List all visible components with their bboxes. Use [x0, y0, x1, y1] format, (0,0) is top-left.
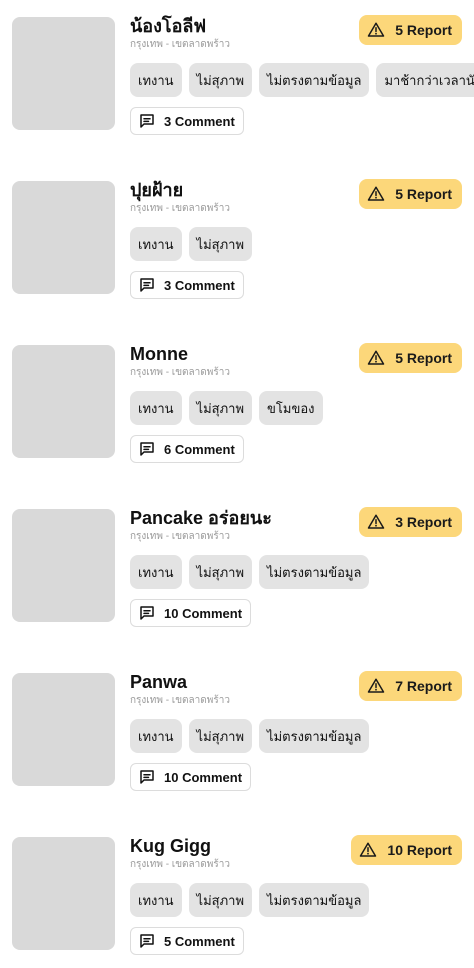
- user-name: Monne: [130, 344, 188, 364]
- comment-count-label: 3 Comment: [164, 277, 235, 293]
- user-card[interactable]: Kug Gigg กรุงเทพ - เขตลาดพร้าว 10 Report…: [0, 835, 474, 965]
- report-tag: เทงาน: [130, 883, 182, 917]
- report-count-label: 7 Report: [395, 678, 452, 694]
- user-location: กรุงเทพ - เขตลาดพร้าว: [130, 39, 230, 50]
- comment-button[interactable]: 5 Comment: [130, 927, 244, 955]
- user-photo[interactable]: [12, 837, 115, 950]
- report-count-label: 5 Report: [395, 22, 452, 38]
- user-name: Kug Gigg: [130, 836, 211, 856]
- report-tag: ไม่สุภาพ: [188, 227, 253, 261]
- report-badge[interactable]: 5 Report: [359, 343, 462, 373]
- report-count-label: 3 Report: [395, 514, 452, 530]
- comment-button[interactable]: 3 Comment: [130, 107, 244, 135]
- report-badge[interactable]: 10 Report: [351, 835, 462, 865]
- report-badge[interactable]: 3 Report: [359, 507, 462, 537]
- user-card[interactable]: น้องโอลีฟ กรุงเทพ - เขตลาดพร้าว 5 Report…: [0, 15, 474, 145]
- report-tags: เทงาน ไม่สุภาพ ขโมของ: [130, 391, 323, 425]
- user-card[interactable]: ปุยฝ้าย กรุงเทพ - เขตลาดพร้าว 5 Report เ…: [0, 179, 474, 309]
- report-tags: เทงาน ไม่สุภาพ ไม่ตรงตามข้อมูล: [130, 555, 370, 589]
- user-location: กรุงเทพ - เขตลาดพร้าว: [130, 531, 230, 542]
- user-location: กรุงเทพ - เขตลาดพร้าว: [130, 203, 230, 214]
- user-location: กรุงเทพ - เขตลาดพร้าว: [130, 367, 230, 378]
- user-photo[interactable]: [12, 673, 115, 786]
- report-tag: เทงาน: [130, 227, 182, 261]
- user-card[interactable]: Panwa กรุงเทพ - เขตลาดพร้าว 7 Report เทง…: [0, 671, 474, 801]
- report-tag: ไม่สุภาพ: [188, 391, 253, 425]
- report-tag: ไม่ตรงตามข้อมูล: [259, 883, 370, 917]
- comment-icon: [140, 606, 154, 620]
- user-name: น้องโอลีฟ: [130, 16, 207, 36]
- comment-icon: [140, 770, 154, 784]
- comment-button[interactable]: 10 Comment: [130, 763, 252, 791]
- report-count-label: 10 Report: [387, 842, 452, 858]
- report-tag: เทงาน: [130, 555, 182, 589]
- user-card[interactable]: Monne กรุงเทพ - เขตลาดพร้าว 5 Report เทง…: [0, 343, 474, 473]
- report-tag: ไม่ตรงตามข้อมูล: [259, 719, 370, 753]
- report-tags: เทงาน ไม่สุภาพ: [130, 227, 253, 261]
- report-tag: เทงาน: [130, 63, 182, 97]
- report-badge[interactable]: 5 Report: [359, 15, 462, 45]
- report-tag: ไม่สุภาพ: [188, 719, 253, 753]
- report-tag: เทงาน: [130, 719, 182, 753]
- warning-triangle-icon: [367, 678, 385, 693]
- comment-icon: [140, 114, 154, 128]
- comment-count-label: 10 Comment: [164, 605, 243, 621]
- user-photo[interactable]: [12, 181, 115, 294]
- report-tag: ไม่สุภาพ: [188, 555, 253, 589]
- report-count-label: 5 Report: [395, 186, 452, 202]
- comment-count-label: 3 Comment: [164, 113, 235, 129]
- user-name: ปุยฝ้าย: [130, 180, 184, 200]
- user-location: กรุงเทพ - เขตลาดพร้าว: [130, 695, 230, 706]
- report-tag: มาช้ากว่าเวลานัด: [376, 63, 474, 97]
- user-card[interactable]: Pancake อร่อยนะ กรุงเทพ - เขตลาดพร้าว 3 …: [0, 507, 474, 637]
- user-name: Pancake อร่อยนะ: [130, 508, 272, 528]
- warning-triangle-icon: [367, 186, 385, 201]
- warning-triangle-icon: [367, 22, 385, 37]
- report-tag: ไม่สุภาพ: [188, 883, 253, 917]
- warning-triangle-icon: [360, 842, 377, 857]
- report-badge[interactable]: 7 Report: [359, 671, 462, 701]
- warning-triangle-icon: [367, 514, 385, 529]
- comment-count-label: 10 Comment: [164, 769, 243, 785]
- comment-icon: [140, 278, 154, 292]
- comment-icon: [140, 934, 154, 948]
- report-tag: ไม่สุภาพ: [188, 63, 253, 97]
- report-tags: เทงาน ไม่สุภาพ ไม่ตรงตามข้อมูล มาช้ากว่าเวล…: [130, 63, 474, 97]
- report-badge[interactable]: 5 Report: [359, 179, 462, 209]
- user-name: Panwa: [130, 672, 188, 692]
- comment-icon: [140, 442, 154, 456]
- comment-button[interactable]: 6 Comment: [130, 435, 244, 463]
- user-location: กรุงเทพ - เขตลาดพร้าว: [130, 859, 230, 870]
- user-photo[interactable]: [12, 17, 115, 130]
- user-photo[interactable]: [12, 509, 115, 622]
- report-tags: เทงาน ไม่สุภาพ ไม่ตรงตามข้อมูล: [130, 719, 370, 753]
- report-tag: เทงาน: [130, 391, 182, 425]
- user-photo[interactable]: [12, 345, 115, 458]
- comment-button[interactable]: 10 Comment: [130, 599, 252, 627]
- comment-count-label: 5 Comment: [164, 933, 235, 949]
- warning-triangle-icon: [367, 350, 385, 365]
- report-tag: ขโมของ: [259, 391, 323, 425]
- comment-count-label: 6 Comment: [164, 441, 235, 457]
- report-tag: ไม่ตรงตามข้อมูล: [259, 555, 370, 589]
- report-count-label: 5 Report: [395, 350, 452, 366]
- comment-button[interactable]: 3 Comment: [130, 271, 244, 299]
- report-tags: เทงาน ไม่สุภาพ ไม่ตรงตามข้อมูล: [130, 883, 370, 917]
- report-tag: ไม่ตรงตามข้อมูล: [259, 63, 370, 97]
